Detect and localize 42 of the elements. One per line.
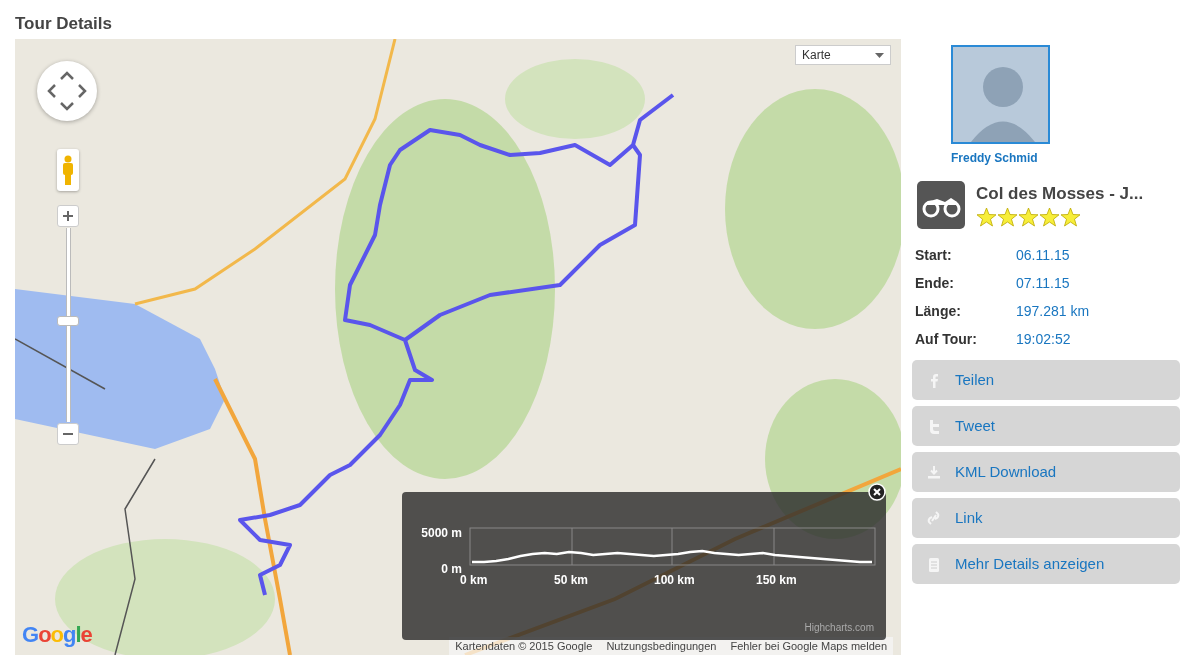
- detail-label: Länge:: [915, 301, 962, 321]
- axis-label: 150 km: [756, 572, 797, 589]
- star-icon: [1018, 207, 1039, 227]
- action-button[interactable]: Tweet: [912, 406, 1180, 446]
- detail-value: 197.281 km: [1016, 301, 1090, 321]
- detail-label: Start:: [915, 245, 953, 265]
- axis-label: 50 km: [554, 572, 589, 589]
- detail-value: 19:02:52: [1016, 329, 1071, 349]
- document-icon: [926, 555, 942, 573]
- axis-label: 5000 m: [421, 525, 462, 542]
- star-icon: [997, 207, 1018, 227]
- action-button[interactable]: Mehr Details anzeigen: [912, 544, 1180, 584]
- detail-value: 06.11.15: [1016, 245, 1070, 265]
- action-button[interactable]: Teilen: [912, 360, 1180, 400]
- map-footer-link[interactable]: Nutzungsbedingungen: [606, 637, 717, 654]
- map-footer-link[interactable]: Fehler bei Google Maps melden: [730, 637, 887, 654]
- star-icon: [1039, 207, 1060, 227]
- star-icon: [1060, 207, 1081, 227]
- map-attribution: Kartendaten © 2015 Google: [455, 638, 593, 654]
- chart-credit: Highcharts.com: [804, 621, 874, 635]
- tour-title: Col des Mosses - J...: [976, 184, 1144, 204]
- map-logo: Google: [22, 621, 92, 649]
- close-icon[interactable]: [868, 483, 886, 501]
- map-type-dropdown[interactable]: Karte: [795, 45, 891, 65]
- plus-icon: [63, 211, 73, 221]
- rider-name[interactable]: Freddy Schmid: [951, 149, 1180, 167]
- star-icon: [976, 207, 997, 227]
- page-title: Tour Details: [15, 14, 113, 34]
- zoom-out-button[interactable]: [57, 423, 79, 445]
- detail-label: Auf Tour:: [915, 329, 978, 349]
- axis-label: 0 m: [441, 561, 462, 576]
- zoom-in-button[interactable]: [57, 205, 79, 227]
- download-icon: [926, 463, 942, 481]
- axis-label: 0 km: [460, 573, 488, 589]
- detail-label: Ende:: [915, 273, 955, 293]
- action-button[interactable]: Link: [912, 498, 1180, 538]
- action-button[interactable]: KML Download: [912, 452, 1180, 492]
- axis-label: 100 km: [654, 572, 695, 589]
- zoom-slider-thumb[interactable]: [57, 316, 79, 327]
- link-icon: [926, 509, 942, 527]
- caret-icon: [875, 52, 884, 58]
- detail-value: 07.11.15: [1016, 273, 1070, 293]
